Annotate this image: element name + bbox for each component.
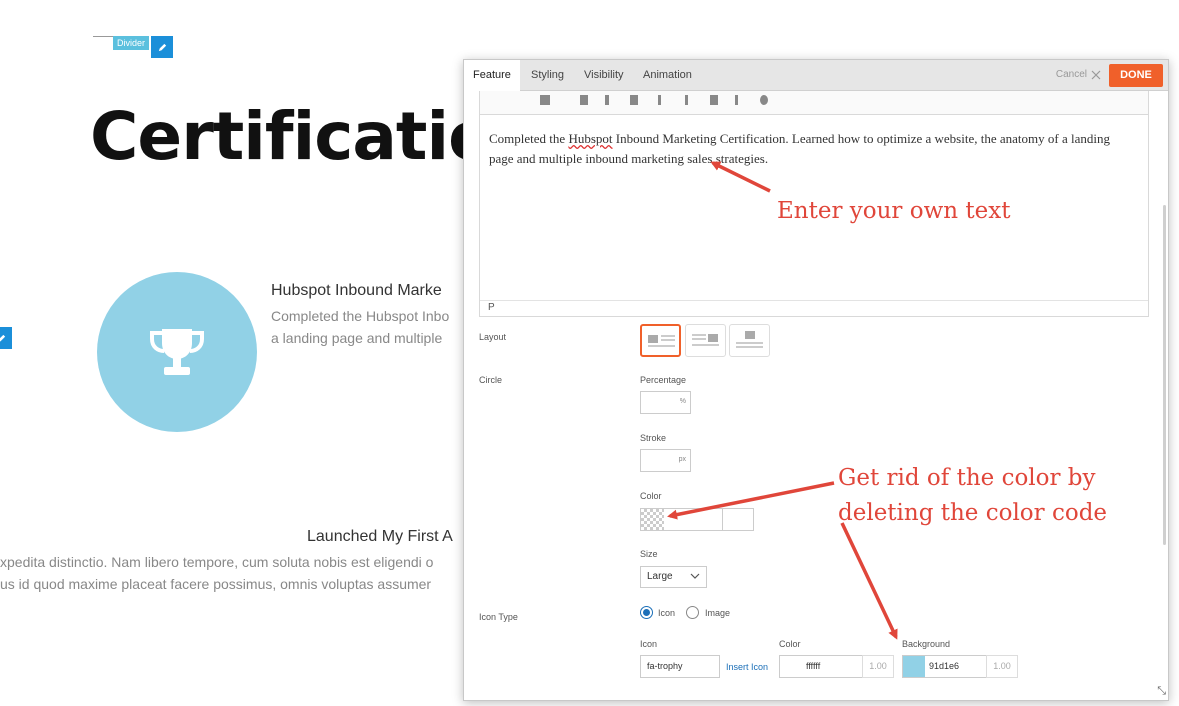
toolbar-icon[interactable] (760, 95, 768, 105)
swatch-divider (722, 509, 723, 530)
toolbar-icon[interactable] (580, 95, 588, 105)
toolbar-icon[interactable] (605, 95, 609, 105)
editor-text-start: Completed the (489, 131, 569, 146)
stroke-input[interactable]: px (640, 449, 691, 472)
feature-title: Hubspot Inbound Marke (271, 282, 442, 299)
done-button[interactable]: DONE (1109, 64, 1163, 87)
stroke-unit: px (678, 456, 686, 463)
layout-top-button[interactable] (729, 324, 770, 357)
pencil-icon (158, 43, 166, 51)
lorem-line: us id quod maxime placeat facere possimu… (0, 576, 432, 592)
icon-type-icon-radio[interactable] (640, 606, 653, 619)
size-value: Large (647, 571, 673, 582)
annotation-color-line2: deleting the color code (838, 500, 1108, 526)
toolbar-icon[interactable] (735, 95, 738, 105)
tab-styling[interactable]: Styling (522, 60, 573, 91)
pencil-icon (0, 334, 5, 341)
background-color-input[interactable]: 91d1e6 (902, 655, 987, 678)
layout-right-button[interactable] (685, 324, 726, 357)
feature-desc-line: Completed the Hubspot Inbo (271, 308, 450, 324)
circle-label: Circle (479, 375, 503, 385)
layout-left-button[interactable] (640, 324, 681, 357)
layout-label: Layout (479, 332, 507, 342)
icon-type-icon-label: Icon (658, 608, 676, 618)
page-title: Certificatio (90, 98, 493, 175)
misspelled-word: Hubspot (568, 131, 613, 146)
percentage-unit: % (679, 398, 686, 405)
tab-visibility[interactable]: Visibility (575, 60, 633, 91)
percentage-input[interactable]: % (640, 391, 691, 414)
lorem-line: xpedita distinctio. Nam libero tempore, … (0, 554, 434, 570)
tab-animation[interactable]: Animation (634, 60, 701, 91)
chevron-down-icon (690, 573, 700, 579)
trophy-icon (150, 329, 204, 375)
launch-title: Launched My First A (307, 528, 453, 545)
edit-divider-button[interactable] (151, 36, 173, 58)
stroke-label: Stroke (640, 433, 667, 443)
toolbar-icon[interactable] (685, 95, 688, 105)
cancel-button[interactable]: Cancel (1056, 69, 1101, 80)
toolbar-icon[interactable] (710, 95, 718, 105)
toolbar-icon[interactable] (630, 95, 638, 105)
icon-color-label: Color (779, 639, 801, 649)
annotation-color-line1: Get rid of the color by (838, 465, 1096, 491)
icon-color-input[interactable]: ffffff (779, 655, 863, 678)
dialog-scrollbar[interactable] (1163, 205, 1166, 545)
tab-feature[interactable]: Feature (464, 60, 520, 92)
tab-bar: Feature Styling Visibility Animation Can… (464, 60, 1168, 92)
insert-icon-link[interactable]: Insert Icon (726, 662, 768, 672)
edit-feature-button[interactable] (0, 327, 12, 349)
divider-line (93, 36, 113, 37)
editor-content[interactable]: Completed the Hubspot Inbound Marketing … (489, 129, 1129, 169)
icon-type-image-radio[interactable] (686, 606, 699, 619)
toolbar-icon[interactable] (658, 95, 661, 105)
lorem-text: xpedita distinctio. Nam libero tempore, … (0, 551, 433, 595)
background-label: Background (902, 639, 951, 649)
toolbar-icon[interactable] (540, 95, 550, 105)
cancel-label: Cancel (1055, 69, 1087, 80)
percentage-label: Percentage (640, 375, 687, 385)
editor-toolbar (480, 91, 1148, 115)
icon-name-input[interactable]: fa-trophy (640, 655, 720, 678)
icon-label: Icon (640, 639, 658, 649)
circle-color-picker[interactable] (640, 508, 754, 531)
color-label: Color (640, 491, 662, 501)
transparent-swatch[interactable] (641, 509, 664, 530)
size-select[interactable]: Large (640, 566, 707, 588)
resize-grip-icon[interactable]: ⤡ (1157, 685, 1166, 698)
background-color-value: 91d1e6 (929, 661, 960, 671)
close-icon (1091, 70, 1101, 79)
icon-color-opacity[interactable]: 1.00 (862, 655, 894, 678)
feature-circle[interactable] (97, 272, 257, 432)
editor-status-bar: P (480, 300, 1148, 316)
feature-settings-dialog: Feature Styling Visibility Animation Can… (463, 59, 1169, 701)
size-label: Size (640, 549, 658, 559)
feature-desc-line: a landing page and multiple (271, 330, 443, 346)
background-opacity[interactable]: 1.00 (986, 655, 1018, 678)
screen: Divider Certificatio Hubspot Inbound Mar… (0, 0, 1179, 706)
background-color-swatch[interactable] (903, 656, 925, 677)
feature-description: Completed the Hubspot Inbo a landing pag… (271, 305, 449, 349)
icon-type-image-label: Image (705, 608, 731, 618)
icon-type-label: Icon Type (479, 612, 518, 622)
annotation-enter-text: Enter your own text (777, 198, 1011, 224)
divider-tag[interactable]: Divider (113, 36, 150, 50)
